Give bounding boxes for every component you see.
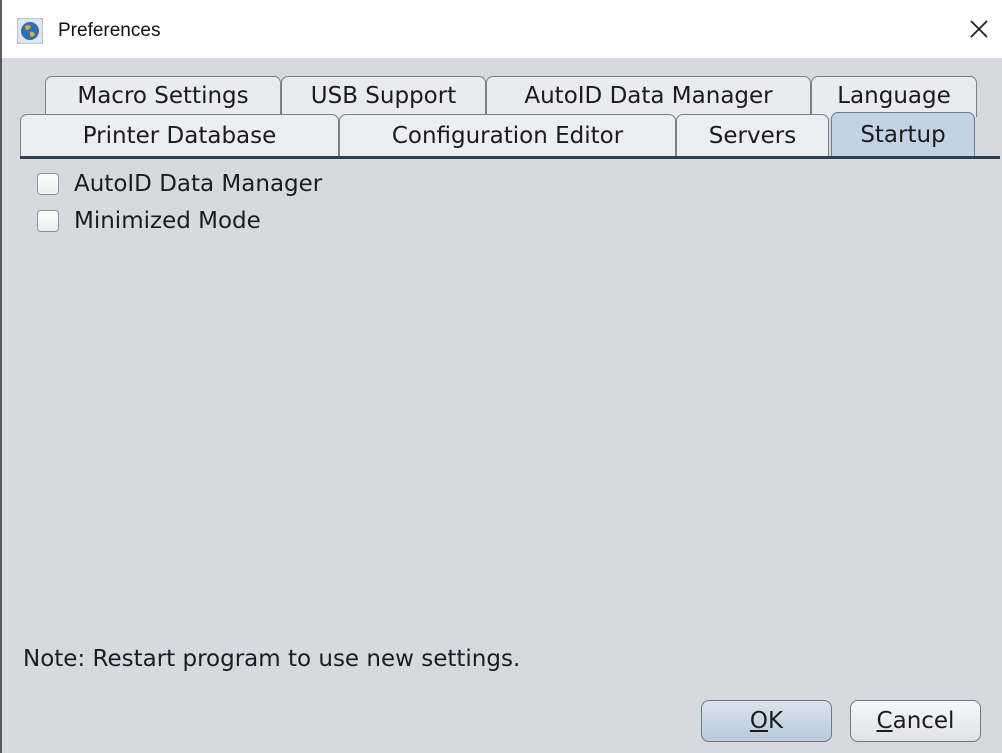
checkbox-box[interactable] <box>37 173 59 195</box>
ok-mnemonic: O <box>749 708 768 734</box>
restart-note: Note: Restart program to use new setting… <box>23 646 521 672</box>
tab-language[interactable]: Language <box>811 76 977 117</box>
tab-label: USB Support <box>310 83 457 109</box>
tab-macro-settings[interactable]: Macro Settings <box>45 76 281 117</box>
cancel-label-rest: ancel <box>892 708 955 734</box>
window-title: Preferences <box>58 20 161 41</box>
cancel-mnemonic: C <box>876 708 893 734</box>
cancel-button[interactable]: Cancel <box>850 700 981 742</box>
ok-button[interactable]: OK <box>701 700 832 742</box>
tab-label: Macro Settings <box>77 83 249 109</box>
checkbox-box[interactable] <box>37 210 59 232</box>
tab-servers[interactable]: Servers <box>676 114 829 157</box>
ok-label-rest: K <box>768 708 784 734</box>
tab-label: Language <box>837 83 951 109</box>
globe-icon <box>16 17 44 45</box>
window-left-edge <box>0 0 2 753</box>
tab-label: Servers <box>708 123 797 149</box>
checkbox-autoid-data-manager[interactable]: AutoID Data Manager <box>37 168 322 200</box>
tab-label: AutoID Data Manager <box>524 83 773 109</box>
checkbox-minimized-mode[interactable]: Minimized Mode <box>37 205 261 237</box>
close-icon <box>969 19 989 43</box>
checkbox-label: AutoID Data Manager <box>74 171 323 197</box>
tab-usb-support[interactable]: USB Support <box>281 76 486 117</box>
tab-label: Startup <box>860 122 946 148</box>
tab-separator <box>20 156 1000 159</box>
title-bar: Preferences <box>0 0 1002 58</box>
tab-label: Configuration Editor <box>391 123 624 149</box>
checkbox-label: Minimized Mode <box>74 208 261 234</box>
tab-startup[interactable]: Startup <box>831 112 975 157</box>
tab-autoid-data-manager[interactable]: AutoID Data Manager <box>486 76 811 117</box>
tab-label: Printer Database <box>82 123 277 149</box>
tab-configuration-editor[interactable]: Configuration Editor <box>339 114 676 157</box>
tab-printer-database[interactable]: Printer Database <box>20 114 339 157</box>
close-button[interactable] <box>956 8 1002 54</box>
